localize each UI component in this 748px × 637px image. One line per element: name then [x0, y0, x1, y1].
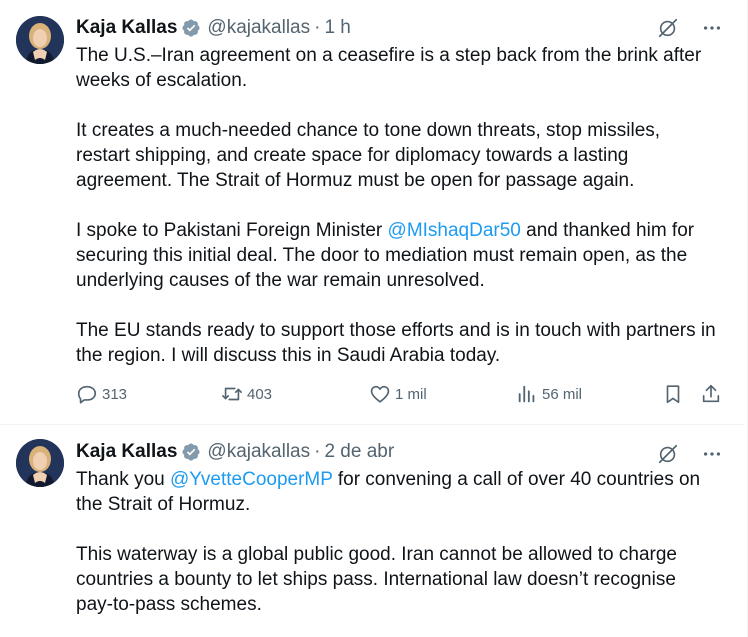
separator-dot: ·	[314, 441, 321, 462]
views-button[interactable]: 56 mil	[516, 383, 582, 405]
repost-button[interactable]: 403	[221, 383, 272, 405]
tweet-header-actions	[656, 442, 724, 466]
author-handle[interactable]: @kajakallas	[207, 17, 310, 39]
tweet-paragraph: The U.S.–Iran agreement on a ceasefire i…	[76, 45, 702, 91]
tweet-header: Kaja Kallas @kajakallas · 1 h	[76, 16, 351, 40]
reply-count: 313	[102, 385, 128, 403]
like-count: 1 mil	[395, 385, 427, 403]
timeline: Kaja Kallas @kajakallas · 1 h The U.S.–I…	[0, 0, 748, 637]
grok-icon[interactable]	[656, 16, 680, 40]
mention-link[interactable]: @MIshaqDar50	[388, 220, 521, 241]
tweet-header-actions	[656, 16, 724, 40]
tweet-paragraph: It creates a much-needed chance to tone …	[76, 120, 661, 191]
author-name[interactable]: Kaja Kallas	[76, 17, 177, 39]
more-icon[interactable]	[700, 16, 724, 40]
tweet-paragraph: I spoke to Pakistani Foreign Minister @M…	[76, 218, 716, 293]
repost-icon	[222, 387, 242, 401]
like-button[interactable]: 1 mil	[369, 383, 427, 405]
reply-icon	[77, 385, 97, 404]
share-button[interactable]	[700, 383, 722, 405]
tweet-paragraph: The EU stands ready to support those eff…	[76, 320, 716, 366]
tweet[interactable]: Kaja Kallas @kajakallas · 2 de abr Thank…	[0, 425, 744, 637]
views-icon	[518, 385, 535, 403]
timestamp[interactable]: 1 h	[324, 17, 350, 39]
grok-icon[interactable]	[656, 442, 680, 466]
views-count: 56 mil	[542, 385, 583, 403]
timestamp[interactable]: 2 de abr	[324, 441, 394, 463]
tweet-header: Kaja Kallas @kajakallas · 2 de abr	[76, 440, 394, 464]
reply-button[interactable]: 313	[76, 383, 127, 405]
tweet-actions: 313 403 1 mil 56 mil	[76, 383, 728, 409]
tweet-paragraph: Thank you @YvetteCooperMP for convening …	[76, 467, 716, 517]
author-name[interactable]: Kaja Kallas	[76, 441, 177, 463]
text-segment: I spoke to Pakistani Foreign Minister	[76, 220, 388, 241]
tweet-paragraph: This waterway is a global public good. I…	[76, 544, 677, 615]
text-segment: Thank you	[76, 469, 170, 490]
verified-badge-icon[interactable]	[181, 442, 201, 462]
bookmark-button[interactable]	[662, 383, 684, 405]
share-icon	[702, 384, 720, 403]
tweet[interactable]: Kaja Kallas @kajakallas · 1 h The U.S.–I…	[0, 0, 744, 425]
avatar[interactable]	[16, 439, 64, 487]
separator-dot: ·	[314, 17, 321, 38]
avatar[interactable]	[16, 16, 64, 64]
bookmark-icon	[666, 385, 680, 404]
mention-link[interactable]: @YvetteCooperMP	[170, 469, 333, 490]
tweet-text: The U.S.–Iran agreement on a ceasefire i…	[76, 43, 716, 368]
heart-icon	[370, 385, 390, 403]
more-icon[interactable]	[700, 442, 724, 466]
tweet-text: Thank you @YvetteCooperMP for convening …	[76, 467, 716, 617]
author-handle[interactable]: @kajakallas	[207, 441, 310, 463]
verified-badge-icon[interactable]	[181, 18, 201, 38]
repost-count: 403	[247, 385, 273, 403]
